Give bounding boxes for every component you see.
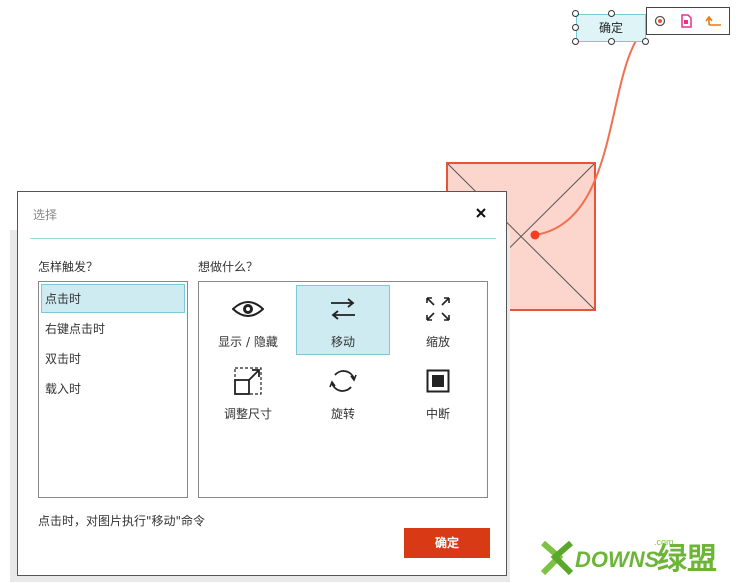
summary-text: 点击时，对图片执行"移动"命令 [38,514,206,528]
resize-handle[interactable] [642,38,649,45]
close-icon[interactable] [473,205,489,221]
action-resize[interactable]: 调整尺寸 [201,357,295,427]
trigger-item-click[interactable]: 点击时 [41,284,185,313]
watermark-logo: DOWNS 绿盟 [537,535,732,579]
trigger-section-label: 怎样触发？ [38,260,99,274]
confirm-button[interactable]: 确定 [404,528,490,558]
action-stop[interactable]: 中断 [391,357,485,427]
target-icon[interactable] [649,8,671,34]
svg-text:绿盟: 绿盟 [657,542,717,577]
return-arrow-icon[interactable] [701,8,727,34]
rotate-icon [297,366,389,396]
action-label: 旋转 [330,407,355,421]
svg-text:DOWNS: DOWNS [575,547,660,572]
mini-toolbar [646,7,730,35]
resize-handle[interactable] [608,38,615,45]
resize-handle[interactable] [572,10,579,17]
eye-icon [202,294,294,324]
action-label: 调整尺寸 [223,407,272,421]
trigger-item-double-click[interactable]: 双击时 [41,344,185,373]
page-icon[interactable] [675,8,697,34]
trigger-list: 点击时 右键点击时 双击时 载入时 [38,281,188,498]
watermark-suffix: .com [654,537,674,547]
action-label: 缩放 [425,335,450,349]
action-zoom[interactable]: 缩放 [391,285,485,355]
action-label: 移动 [330,335,355,349]
resize-handle[interactable] [572,38,579,45]
move-arrows-icon [297,294,389,324]
action-rotate[interactable]: 旋转 [296,357,390,427]
action-show-hide[interactable]: 显示 / 隐藏 [201,285,295,355]
divider [30,238,496,239]
action-label: 中断 [425,407,450,421]
resize-handle[interactable] [572,24,579,31]
interaction-dialog: 选择 怎样触发？ 想做什么？ 点击时 右键点击时 双击时 载入时 显示 / 隐藏… [17,191,507,576]
action-move[interactable]: 移动 [296,285,390,355]
trigger-item-right-click[interactable]: 右键点击时 [41,314,185,343]
canvas-button-label: 确定 [598,21,623,35]
action-label: 显示 / 隐藏 [218,335,278,349]
stop-icon [392,366,484,396]
action-grid: 显示 / 隐藏 移动 缩放 调整尺寸 旋转 中断 [198,281,488,498]
dialog-title: 选择 [33,208,58,222]
action-section-label: 想做什么？ [198,260,259,274]
resize-icon [202,366,294,396]
resize-handle[interactable] [608,10,615,17]
expand-icon [392,294,484,324]
trigger-item-load[interactable]: 载入时 [41,374,185,403]
